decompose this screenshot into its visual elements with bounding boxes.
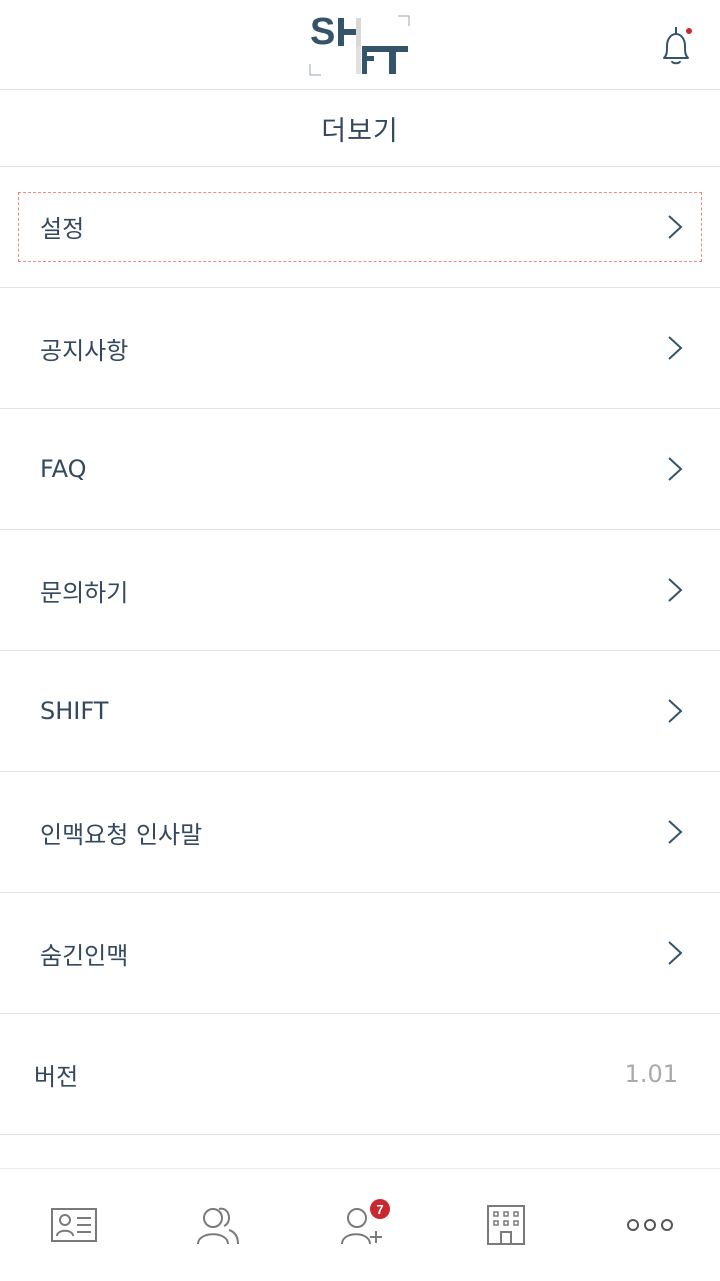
menu-item-label: SHIFT: [40, 697, 109, 725]
menu-item-label: 설정: [40, 214, 85, 243]
tab-add-contact[interactable]: [290, 1169, 434, 1281]
chevron-right-icon: [668, 215, 683, 239]
menu-item-faq[interactable]: FAQ: [0, 409, 720, 530]
page-title: 더보기: [321, 115, 399, 147]
menu-item-inquiry[interactable]: 문의하기: [0, 530, 720, 651]
menu-item-request-greeting[interactable]: 인맥요청 인사말: [0, 772, 720, 893]
app-header: S: [0, 0, 720, 90]
chevron-right-icon: [668, 820, 683, 844]
more-icon: [627, 1219, 673, 1231]
menu-item-hidden-contacts[interactable]: 숨긴인맥: [0, 893, 720, 1014]
tab-contacts[interactable]: [146, 1169, 290, 1281]
tab-company[interactable]: [434, 1169, 578, 1281]
menu-item-label: FAQ: [40, 455, 87, 483]
svg-text:S: S: [310, 12, 335, 53]
bottom-tab-bar: 7: [0, 1168, 720, 1280]
chevron-right-icon: [668, 457, 683, 481]
title-bar: 더보기: [0, 90, 720, 167]
add-contact-badge: 7: [370, 1199, 390, 1219]
menu-item-shift[interactable]: SHIFT: [0, 651, 720, 772]
building-icon: [487, 1205, 525, 1245]
version-value: 1.01: [624, 1060, 678, 1088]
menu-item-label: 문의하기: [40, 578, 129, 607]
menu-item-notices[interactable]: 공지사항: [0, 288, 720, 409]
menu-item-label: 공지사항: [40, 336, 129, 365]
menu-item-settings[interactable]: 설정: [0, 167, 720, 288]
menu-item-label: 숨긴인맥: [40, 941, 129, 970]
version-label: 버전: [34, 1062, 79, 1091]
tab-profile-card[interactable]: [2, 1169, 146, 1281]
notification-bell-icon[interactable]: [654, 24, 698, 68]
profile-card-icon: [51, 1208, 97, 1242]
version-row: 버전 1.01: [0, 1014, 720, 1135]
focus-outline: [18, 192, 702, 262]
chevron-right-icon: [668, 578, 683, 602]
chevron-right-icon: [668, 336, 683, 360]
menu-item-label: 인맥요청 인사말: [40, 820, 203, 849]
menu-list: 설정 공지사항 FAQ 문의하기 SHIFT 인맥요청 인사말 숨긴인맥 버전 …: [0, 167, 720, 1135]
tab-more[interactable]: [578, 1169, 720, 1281]
shift-logo: S: [309, 12, 410, 76]
chevron-right-icon: [668, 941, 683, 965]
contacts-icon: [197, 1207, 239, 1245]
notification-dot: [686, 28, 692, 34]
chevron-right-icon: [668, 699, 683, 723]
